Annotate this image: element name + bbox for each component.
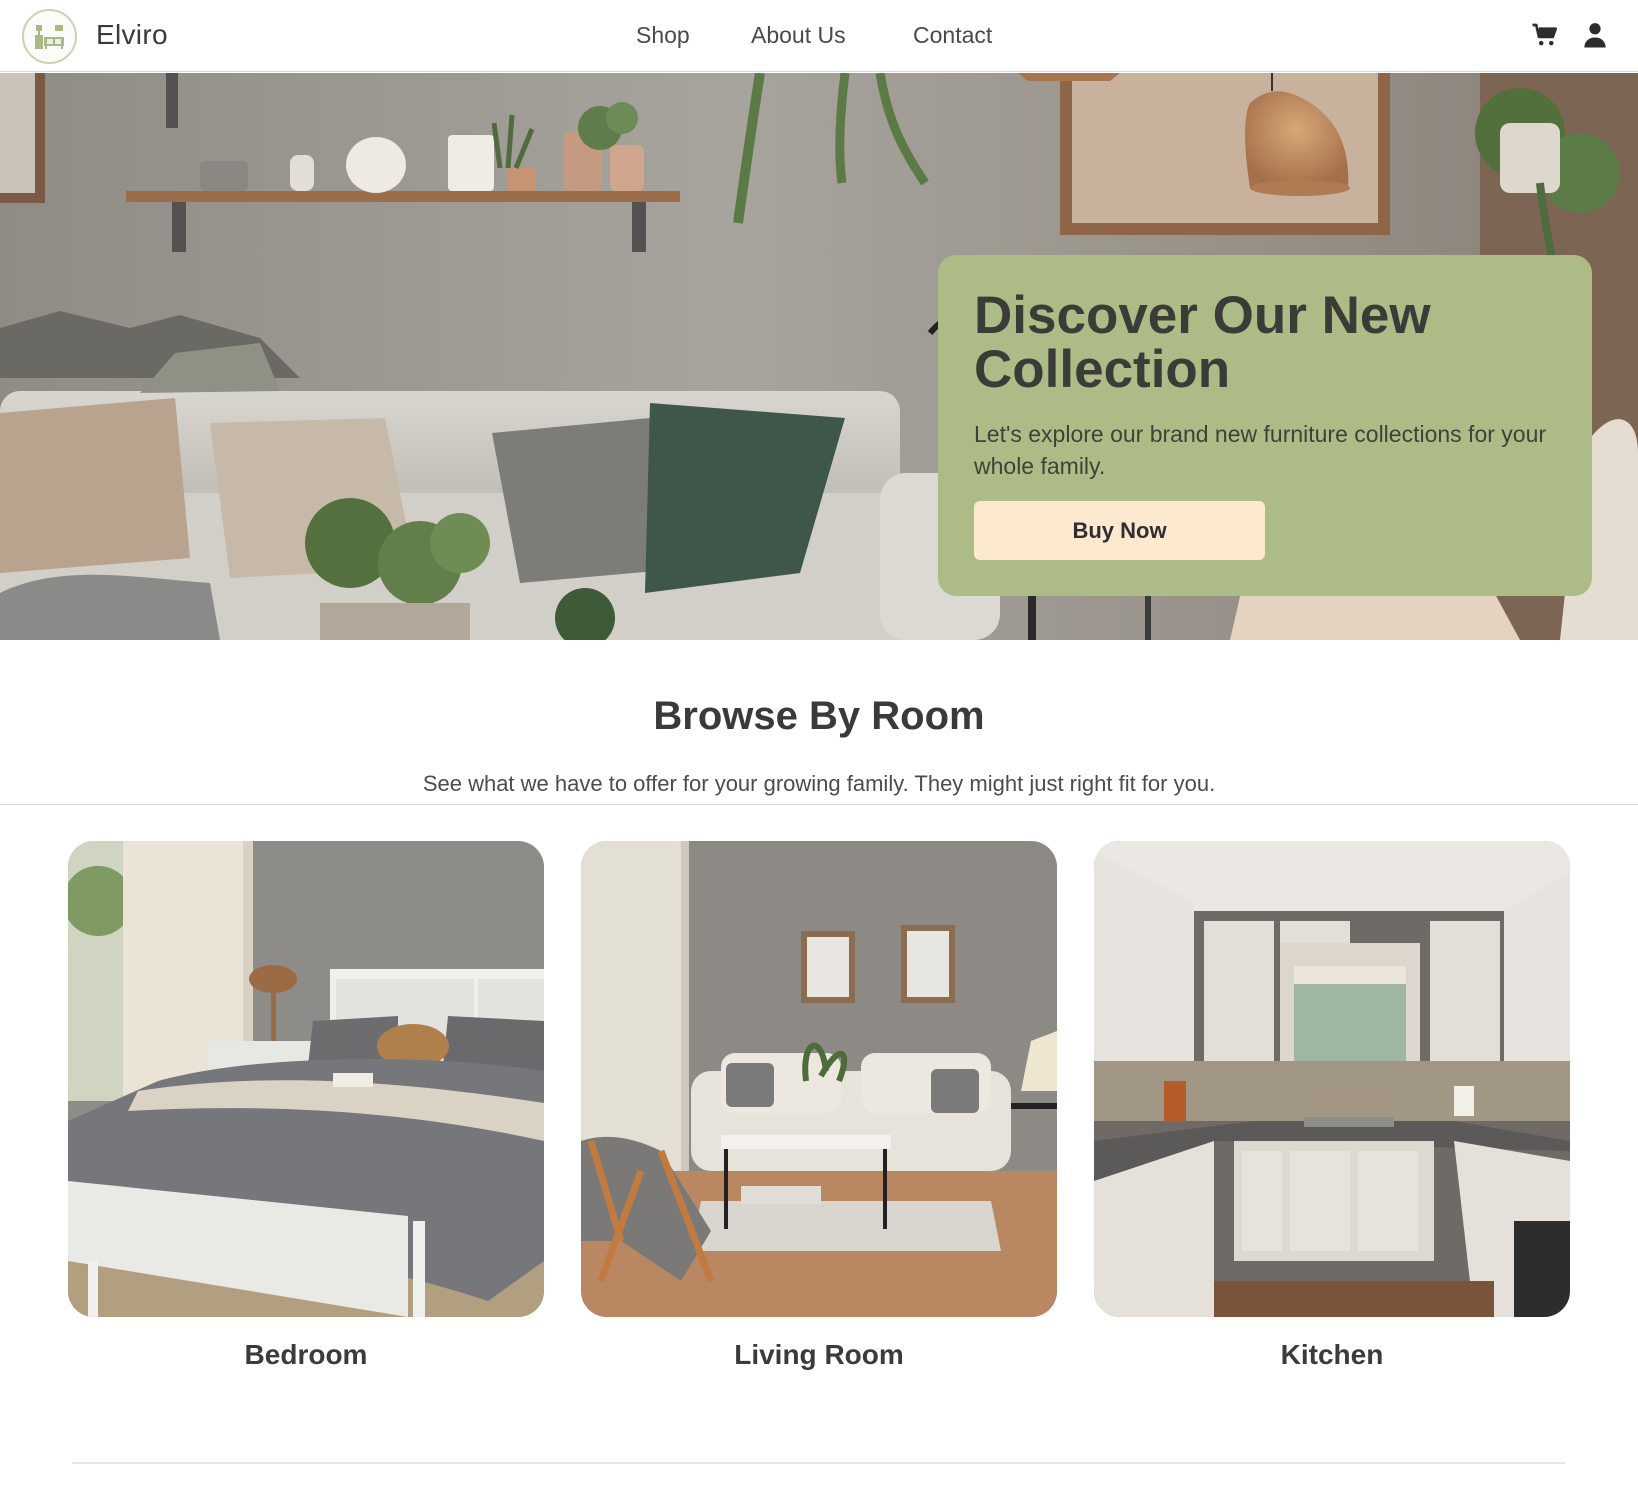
site-header: Elviro Shop About Us Contact xyxy=(0,0,1638,72)
room-label-kitchen[interactable]: Kitchen xyxy=(1094,1339,1570,1371)
kitchen-photo xyxy=(1094,841,1570,1317)
living-room-photo xyxy=(581,841,1057,1317)
room-label-living-room[interactable]: Living Room xyxy=(581,1339,1057,1371)
hero-subtitle: Let's explore our brand new furniture co… xyxy=(974,421,1547,479)
room-card-living-room[interactable]: Living Room xyxy=(581,841,1057,1371)
hero-promo-card: Discover Our New Collection Let's explor… xyxy=(938,255,1592,596)
buy-now-button[interactable]: Buy Now xyxy=(974,501,1265,560)
footer-divider xyxy=(72,1462,1565,1464)
cart-icon[interactable] xyxy=(1530,20,1560,50)
browse-section-subtitle: See what we have to offer for your growi… xyxy=(422,771,1216,796)
nav-about-us[interactable]: About Us xyxy=(751,22,846,49)
furniture-logo-icon xyxy=(35,25,64,49)
brand-logo[interactable] xyxy=(22,9,77,64)
living-room-image[interactable] xyxy=(581,841,1057,1317)
nav-contact[interactable]: Contact xyxy=(913,22,992,49)
bedroom-photo xyxy=(68,841,544,1317)
section-divider xyxy=(0,804,1638,805)
hero-banner: Discover Our New Collection Let's explor… xyxy=(0,73,1638,640)
room-label-bedroom[interactable]: Bedroom xyxy=(68,1339,544,1371)
room-card-kitchen[interactable]: Kitchen xyxy=(1094,841,1570,1371)
hero-title: Discover Our New Collection xyxy=(974,286,1431,399)
room-card-bedroom[interactable]: Bedroom xyxy=(68,841,544,1371)
kitchen-image[interactable] xyxy=(1094,841,1570,1317)
browse-section-title: Browse By Room xyxy=(653,694,985,738)
brand-name[interactable]: Elviro xyxy=(96,19,168,51)
user-icon[interactable] xyxy=(1580,20,1610,50)
nav-shop[interactable]: Shop xyxy=(636,22,690,49)
bedroom-image[interactable] xyxy=(68,841,544,1317)
